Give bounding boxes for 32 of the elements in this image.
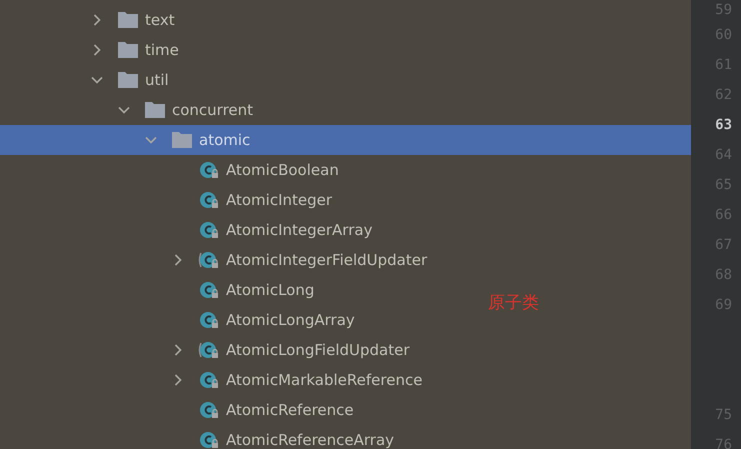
tree-item[interactable]: AtomicReferenceArray: [0, 425, 394, 449]
folder-icon: [117, 10, 139, 30]
tree-item[interactable]: time: [0, 35, 179, 65]
folder-icon: [117, 40, 139, 60]
tree-item[interactable]: AtomicReference: [0, 395, 354, 425]
class-lock-icon: [198, 160, 220, 180]
tree-item[interactable]: atomic: [0, 125, 691, 155]
class-lock-icon: [198, 280, 220, 300]
tree-item[interactable]: AtomicLongArray: [0, 305, 355, 335]
folder-icon: [117, 70, 139, 90]
tree-item[interactable]: AtomicIntegerArray: [0, 215, 372, 245]
line-number: 63: [715, 116, 732, 135]
tree-item[interactable]: AtomicBoolean: [0, 155, 339, 185]
folder-icon: [144, 100, 166, 120]
tree-item[interactable]: AtomicLong: [0, 275, 314, 305]
tree-item[interactable]: AtomicInteger: [0, 185, 332, 215]
tree-item[interactable]: util: [0, 65, 169, 95]
class-lock-icon: [198, 310, 220, 330]
folder-icon: [171, 130, 193, 150]
tree-item[interactable]: AtomicMarkableReference: [0, 365, 422, 395]
tree-item[interactable]: concurrent: [0, 95, 254, 125]
class-lock-icon: [198, 400, 220, 420]
tree-item[interactable]: AtomicLongFieldUpdater: [0, 335, 410, 365]
class-lock-icon: [198, 430, 220, 449]
class-lock-icon: [198, 190, 220, 210]
tree-item[interactable]: text: [0, 5, 175, 35]
class-lock-icon: [198, 220, 220, 240]
abstract-class-lock-icon: [198, 340, 220, 360]
class-lock-icon: [198, 370, 220, 390]
tree-item[interactable]: AtomicIntegerFieldUpdater: [0, 245, 428, 275]
annotation-text: 原子类: [488, 292, 539, 314]
abstract-class-lock-icon: [198, 250, 220, 270]
